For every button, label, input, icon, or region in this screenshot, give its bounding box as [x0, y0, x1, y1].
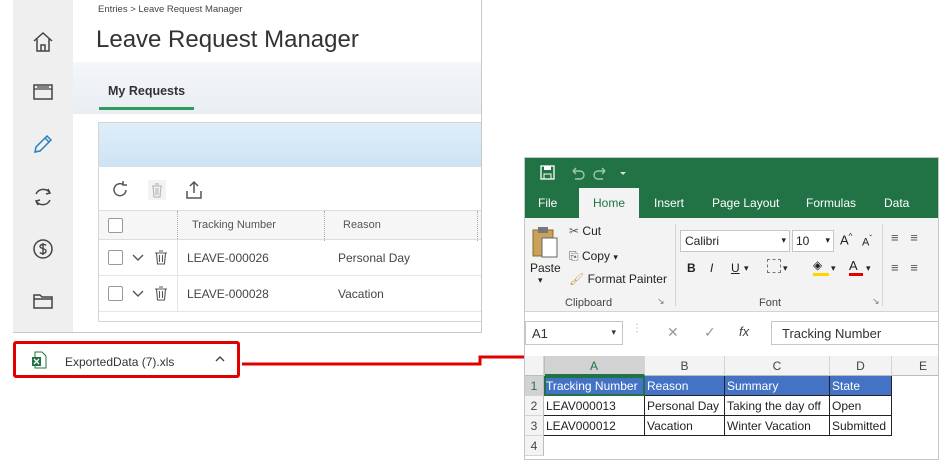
row-header-3[interactable]: 3 — [525, 416, 544, 436]
font-color-icon[interactable]: A — [849, 258, 863, 276]
cell-a1[interactable]: Tracking Number — [544, 376, 645, 396]
formula-bar: A1 ▾ ⋮ ✕ ✓ fx Tracking Number — [525, 318, 938, 348]
group-separator — [882, 224, 883, 306]
cancel-icon[interactable]: ✕ — [667, 324, 679, 341]
cell-c2[interactable]: Taking the day off — [725, 396, 830, 416]
tab-page-layout[interactable]: Page Layout — [712, 196, 779, 210]
brush-icon: 🖌 — [569, 272, 585, 286]
row-header-2[interactable]: 2 — [525, 396, 544, 416]
tab-insert[interactable]: Insert — [654, 196, 684, 210]
chevron-down-icon[interactable]: ▾ — [744, 263, 749, 274]
font-group-label: Font — [759, 297, 782, 309]
undo-redo-icon[interactable] — [569, 165, 629, 180]
excel-quick-access — [525, 158, 938, 188]
row-header-1[interactable]: 1 — [525, 376, 544, 396]
copy-button[interactable]: ⎘ Copy ▾ — [569, 249, 618, 264]
ribbon-home: Paste ▾ ✂ Cut ⎘ Copy ▾ 🖌 Format Painter … — [525, 218, 938, 312]
copy-icon: ⎘ — [569, 249, 579, 263]
formula-bar-grip-icon: ⋮ — [632, 323, 642, 334]
bold-button[interactable]: B — [687, 261, 696, 275]
tab-home[interactable]: Home — [579, 188, 640, 218]
format-painter-button[interactable]: 🖌 Format Painter — [569, 272, 667, 286]
cell-c3[interactable]: Winter Vacation — [725, 416, 830, 436]
cell-d1[interactable]: State — [830, 376, 892, 396]
paste-button[interactable]: Paste — [530, 261, 561, 275]
cell-b3[interactable]: Vacation — [645, 416, 725, 436]
worksheet-grid: A B C D E 1 2 3 4 Tracking Number Reason… — [525, 356, 938, 459]
column-header-a[interactable]: A — [544, 356, 645, 376]
chevron-down-icon[interactable]: ▾ — [831, 263, 836, 274]
cell-c1[interactable]: Summary — [725, 376, 830, 396]
font-size-value: 10 — [796, 234, 810, 248]
grow-font-icon[interactable]: A^ — [840, 232, 852, 247]
borders-icon[interactable] — [767, 259, 781, 273]
tab-formulas[interactable]: Formulas — [806, 196, 856, 210]
chevron-down-icon[interactable]: ▾ — [866, 263, 871, 274]
cell-b2[interactable]: Personal Day — [645, 396, 725, 416]
insert-function-icon[interactable]: fx — [739, 324, 749, 339]
cell-d3[interactable]: Submitted — [830, 416, 892, 436]
font-size-select[interactable]: 10 ▾ — [792, 230, 834, 252]
excel-ribbon-tabs: File Home Insert Page Layout Formulas Da… — [525, 188, 938, 218]
paste-icon[interactable] — [531, 226, 559, 260]
align-top-icons[interactable]: ≡ ≡ — [891, 230, 922, 245]
chevron-down-icon[interactable]: ▾ — [783, 263, 788, 274]
enter-check-icon[interactable]: ✓ — [704, 324, 716, 341]
shrink-font-icon[interactable]: Aˇ — [862, 234, 872, 249]
tab-data[interactable]: Data — [884, 196, 909, 210]
dialog-launcher-icon[interactable]: ↘ — [657, 296, 665, 307]
chevron-down-icon: ▾ — [611, 327, 616, 337]
copy-label: Copy — [581, 249, 610, 263]
cell-a3[interactable]: LEAV000012 — [544, 416, 645, 436]
cell-b1[interactable]: Reason — [645, 376, 725, 396]
column-header-c[interactable]: C — [725, 356, 830, 376]
font-name-select[interactable]: Calibri ▾ — [680, 230, 790, 252]
formula-input[interactable]: Tracking Number — [771, 321, 938, 345]
underline-button[interactable]: U — [731, 261, 740, 275]
tab-file[interactable]: File — [538, 196, 557, 210]
chevron-down-icon: ▾ — [825, 235, 830, 245]
cut-label: Cut — [582, 224, 602, 238]
format-painter-label: Format Painter — [587, 272, 667, 286]
col-line — [544, 356, 545, 376]
excel-window: File Home Insert Page Layout Formulas Da… — [524, 157, 939, 460]
column-header-e[interactable]: E — [892, 356, 938, 376]
select-all-corner[interactable] — [525, 356, 544, 376]
column-header-b[interactable]: B — [645, 356, 725, 376]
dialog-launcher-icon[interactable]: ↘ — [872, 296, 880, 307]
font-name-value: Calibri — [685, 234, 720, 248]
paste-dropdown-icon[interactable]: ▾ — [538, 275, 543, 286]
scissors-icon: ✂ — [569, 224, 580, 238]
group-separator — [675, 224, 676, 306]
fill-color-icon[interactable]: ◈ — [813, 258, 829, 276]
align-left-icons[interactable]: ≡ ≡ — [891, 260, 922, 275]
italic-button[interactable]: I — [710, 261, 713, 275]
cell-a2[interactable]: LEAV000013 — [544, 396, 645, 416]
save-icon[interactable] — [540, 165, 555, 180]
name-box-value: A1 — [532, 326, 548, 341]
copy-dropdown-icon: ▾ — [613, 252, 618, 262]
chevron-down-icon: ▾ — [781, 235, 786, 245]
column-header-d[interactable]: D — [830, 356, 892, 376]
row-header-4[interactable]: 4 — [525, 436, 544, 456]
cell-d2[interactable]: Open — [830, 396, 892, 416]
name-box[interactable]: A1 ▾ — [525, 321, 623, 345]
clipboard-group-label: Clipboard — [565, 297, 613, 309]
cut-button[interactable]: ✂ Cut — [569, 224, 601, 238]
